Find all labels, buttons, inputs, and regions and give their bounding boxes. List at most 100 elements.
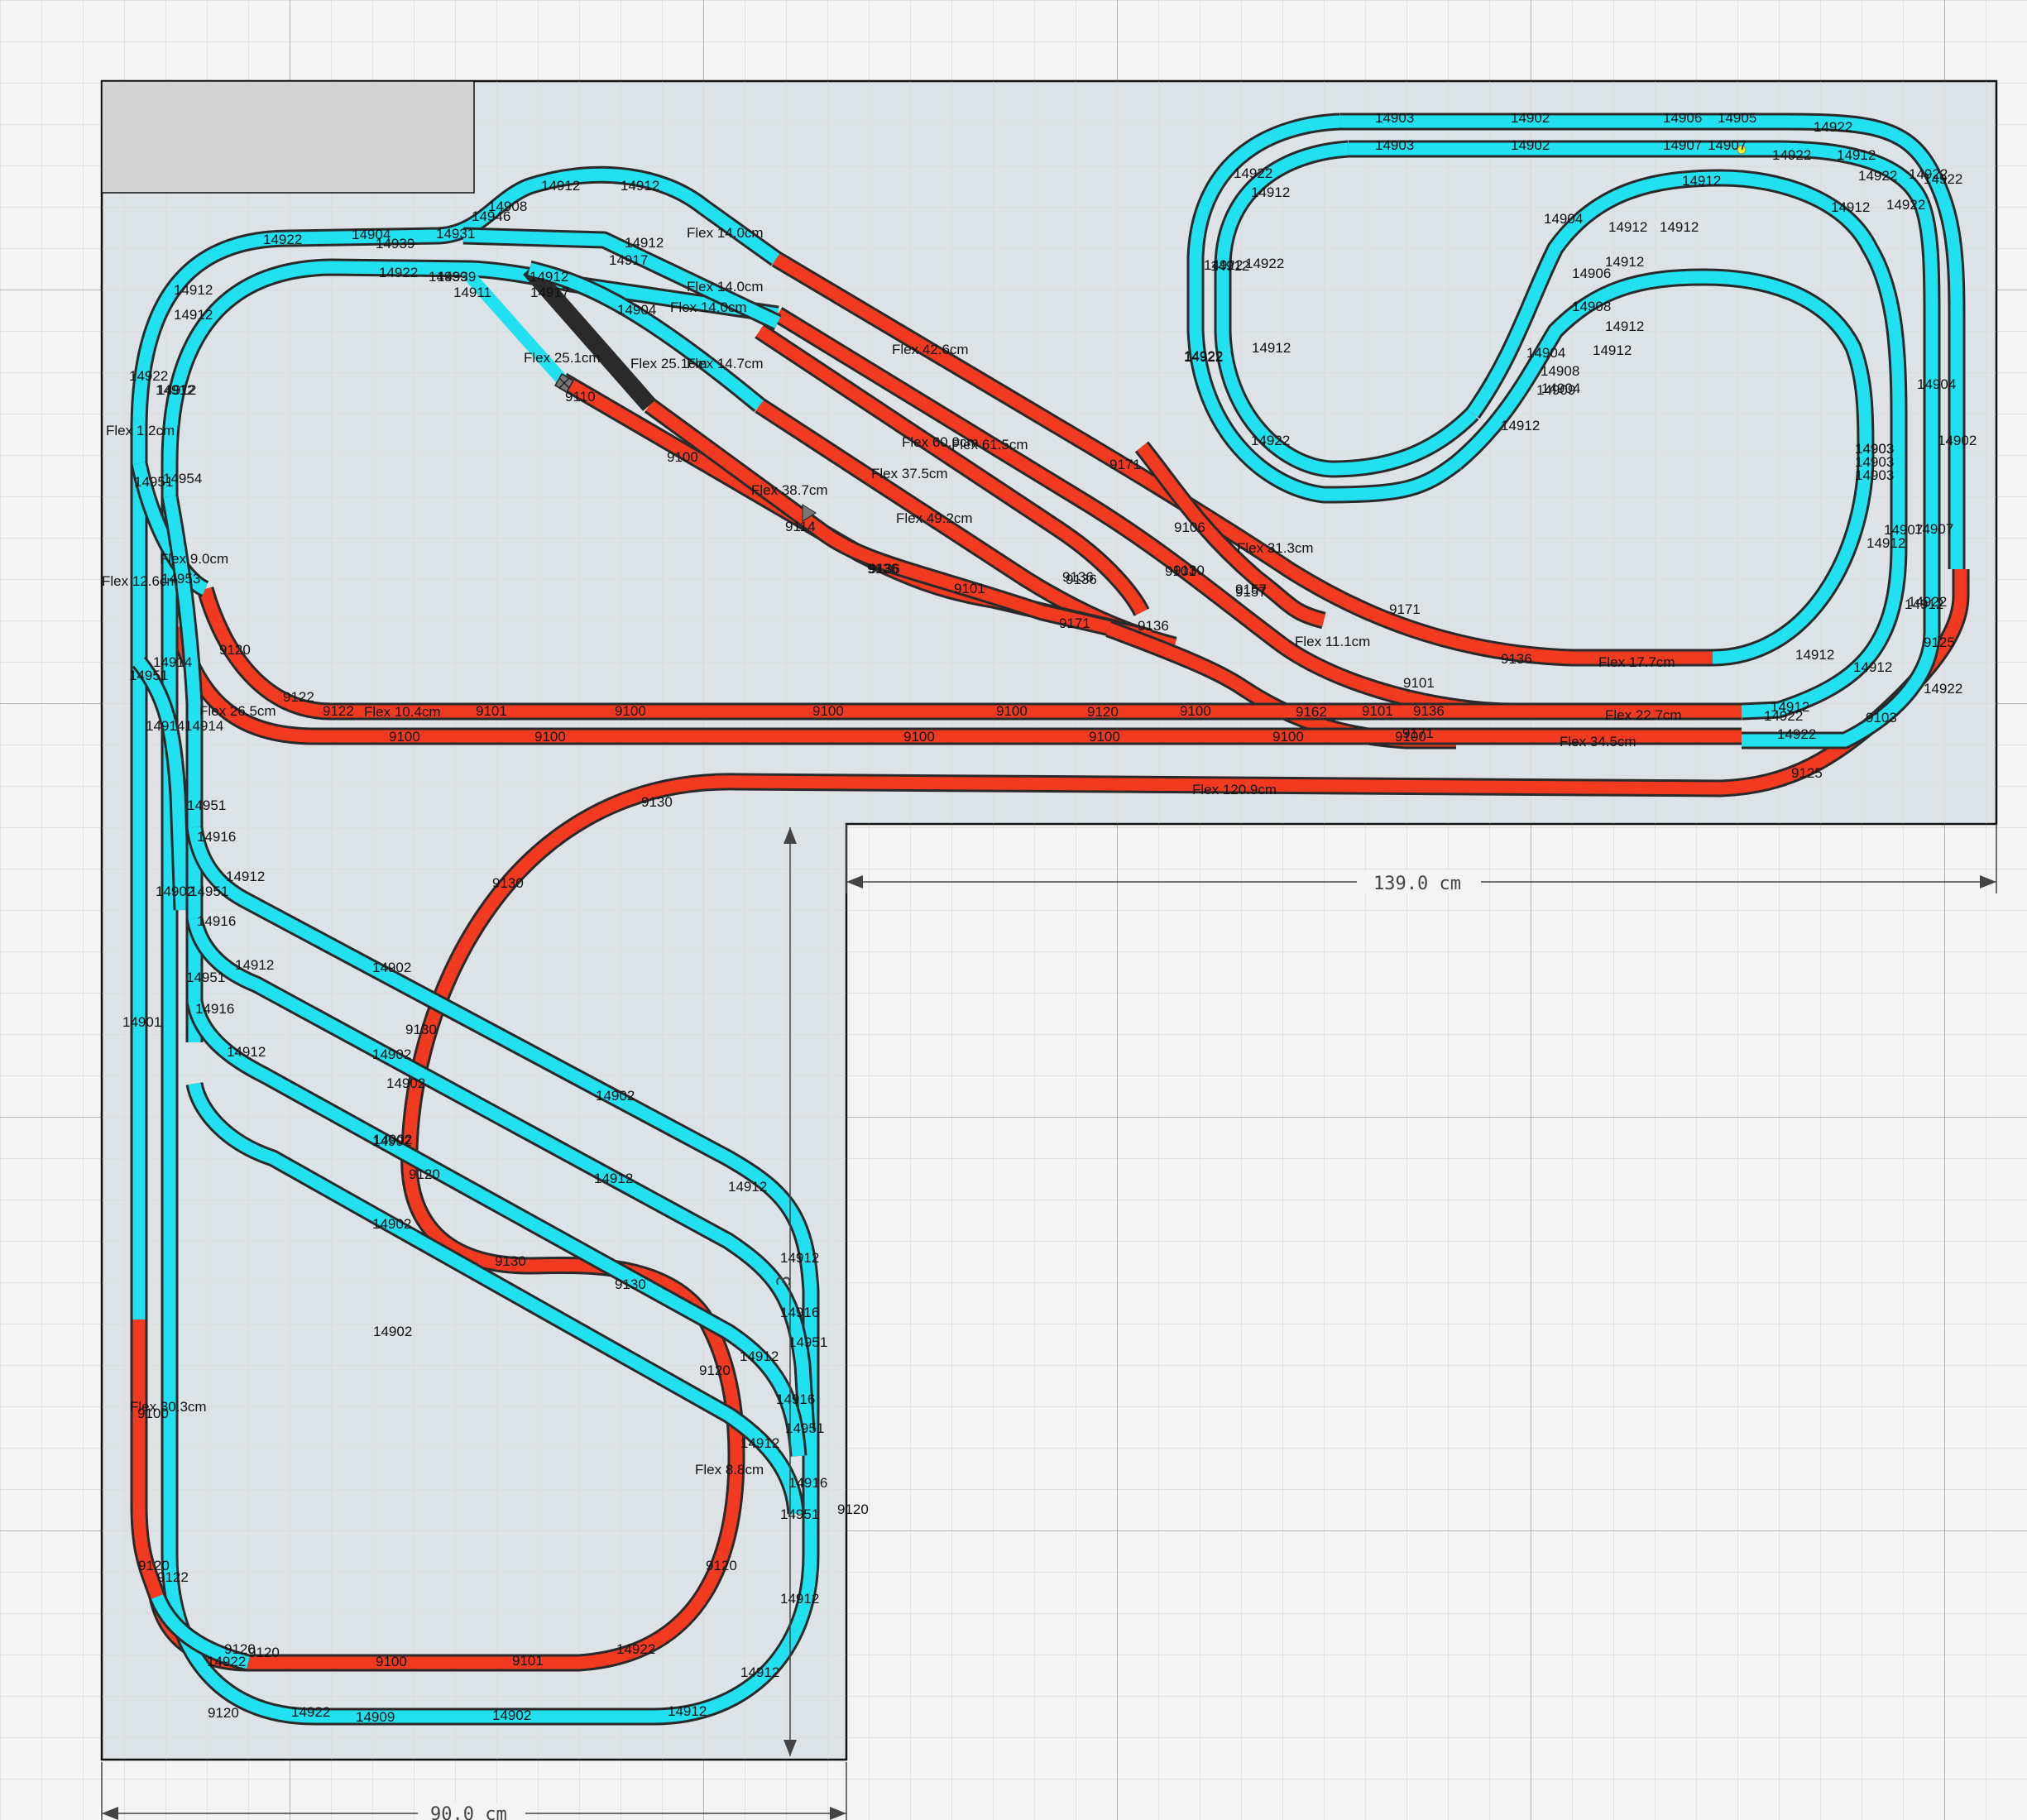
part-number-label: 14922 bbox=[616, 1641, 655, 1657]
part-number-label: 14922 bbox=[379, 265, 418, 280]
part-number-label: 14922 bbox=[1204, 257, 1243, 273]
part-number-label: 14906 bbox=[1663, 110, 1702, 126]
flex-label: Flex 14.7cm bbox=[687, 356, 764, 371]
part-number-label: 14939 bbox=[429, 269, 467, 285]
part-number-label: 14902 bbox=[1511, 110, 1550, 126]
part-number-label: 14903 bbox=[1375, 110, 1414, 126]
flex-label: Flex 1.2cm bbox=[106, 423, 175, 438]
part-number-label: 14912 bbox=[226, 869, 265, 884]
part-number-label: 14911 bbox=[453, 285, 491, 300]
part-number-label: 9125 bbox=[1924, 635, 1955, 650]
part-number-label: 14951 bbox=[785, 1420, 824, 1436]
part-number-label: 9171 bbox=[1059, 615, 1090, 631]
part-number-label: 14902 bbox=[1511, 137, 1550, 153]
part-number-label: 14909 bbox=[356, 1709, 395, 1725]
part-number-label: 9130 bbox=[641, 794, 673, 810]
flex-label: Flex 10.4cm bbox=[364, 704, 441, 720]
flex-label: Flex 9.0cm bbox=[160, 551, 228, 567]
part-number-label: 14902 bbox=[372, 960, 411, 975]
flex-label: Flex 61.5cm bbox=[951, 437, 1028, 453]
part-number-label: 14922 bbox=[263, 232, 302, 247]
part-number-label: 9171 bbox=[1402, 726, 1434, 741]
part-number-label: 14914 bbox=[146, 718, 184, 734]
part-number-label: 14902 bbox=[492, 1707, 531, 1723]
part-number-label: 9100 bbox=[1180, 703, 1211, 719]
track-layout-canvas[interactable]: Flex 14.0cm Flex 14.0cm Flex 14.0cm Flex… bbox=[0, 0, 2027, 1820]
flex-label: Flex 31.3cm bbox=[1237, 540, 1314, 556]
part-number-label: 9120 bbox=[1087, 704, 1119, 720]
part-number-label: 14922 bbox=[1909, 166, 1948, 182]
part-number-label: 14907 bbox=[1914, 521, 1953, 537]
part-number-label: 14912 bbox=[530, 269, 568, 285]
flex-label: Flex 34.5cm bbox=[1560, 734, 1636, 750]
flex-label: Flex 120.9cm bbox=[1192, 782, 1277, 797]
part-number-label: 14912 bbox=[174, 282, 213, 298]
part-number-label: 9136 bbox=[1138, 618, 1169, 634]
part-number-label: 9130 bbox=[495, 1253, 526, 1269]
part-number-label: 14953 bbox=[161, 571, 200, 587]
part-number-label: 14914 bbox=[184, 718, 223, 734]
part-number-label: 9136 bbox=[1501, 651, 1532, 667]
part-number-label: 9120 bbox=[699, 1363, 731, 1378]
part-number-label: 14922 bbox=[1858, 168, 1897, 184]
part-number-label: 14922 bbox=[1772, 147, 1811, 163]
part-number-label: 9103 bbox=[1866, 710, 1897, 726]
part-number-label: 9120 bbox=[409, 1166, 440, 1182]
flex-label: Flex 38.7cm bbox=[751, 482, 828, 498]
part-number-label: 14904 bbox=[1917, 376, 1956, 392]
part-number-label: 14922 bbox=[1814, 119, 1852, 135]
part-number-label: 14951 bbox=[186, 970, 225, 985]
part-number-label: 9101 bbox=[512, 1653, 544, 1669]
part-number-label: 14917 bbox=[609, 252, 648, 268]
part-number-label: 9101 bbox=[476, 703, 507, 719]
part-number-label: 14922 bbox=[1234, 165, 1272, 181]
part-number-label: 14902 bbox=[372, 1046, 411, 1062]
part-number-label: 14912 bbox=[1771, 699, 1809, 715]
part-number-label: 14912 bbox=[1682, 173, 1721, 189]
part-number-label: 14922 bbox=[291, 1704, 330, 1720]
part-number-label: 14946 bbox=[472, 208, 510, 224]
part-number-label: 9130 bbox=[1173, 563, 1205, 578]
part-number-label: 9100 bbox=[615, 703, 646, 719]
part-number-label: 14912 bbox=[594, 1171, 633, 1186]
part-number-label: 14912 bbox=[1853, 659, 1892, 675]
part-number-label: 14931 bbox=[436, 226, 475, 242]
part-number-label: 9100 bbox=[996, 703, 1028, 719]
part-number-label: 14922 bbox=[1924, 681, 1962, 697]
part-number-label: 14912 bbox=[174, 307, 213, 323]
flex-label: Flex 26.5cm bbox=[199, 703, 276, 719]
part-number-label: 9171 bbox=[1389, 601, 1421, 617]
part-number-label: 14912 bbox=[1831, 199, 1870, 215]
part-number-label: 9100 bbox=[389, 729, 420, 745]
part-number-label: 14951 bbox=[788, 1334, 827, 1350]
part-number-label: 9120 bbox=[706, 1558, 737, 1573]
part-number-label: 9100 bbox=[534, 729, 566, 745]
part-number-label: 14916 bbox=[197, 829, 236, 845]
flex-label: Flex 49.2cm bbox=[896, 510, 973, 526]
part-number-label: 9130 bbox=[615, 1276, 646, 1292]
part-number-label: 14916 bbox=[197, 913, 236, 929]
part-number-label: 9120 bbox=[219, 642, 251, 658]
part-number-label: 14951 bbox=[129, 668, 168, 683]
part-number-label: 14939 bbox=[376, 236, 415, 251]
part-number-label: 14912 bbox=[1608, 219, 1647, 235]
part-number-label: 14912 bbox=[1605, 254, 1644, 270]
part-number-label: 9136 bbox=[869, 561, 900, 577]
part-number-label: 14922 bbox=[1245, 256, 1284, 271]
part-number-label: 14908 bbox=[1541, 363, 1579, 379]
part-number-label: 9122 bbox=[323, 703, 354, 719]
part-number-label: 9101 bbox=[1403, 675, 1435, 691]
part-number-label: 9157 bbox=[1235, 584, 1267, 600]
part-number-label: 14917 bbox=[530, 285, 569, 300]
part-number-label: 9120 bbox=[208, 1705, 239, 1721]
flex-label: Flex 42.6cm bbox=[892, 342, 969, 357]
part-number-label: 14912 bbox=[780, 1250, 819, 1266]
part-number-label: 9162 bbox=[1296, 704, 1327, 720]
part-number-label: 14951 bbox=[780, 1506, 819, 1522]
part-number-label: 14904 bbox=[1541, 381, 1580, 396]
part-number-label: 14922 bbox=[207, 1654, 246, 1669]
part-number-label: 9100 bbox=[137, 1406, 169, 1421]
part-number-label: 9100 bbox=[812, 703, 844, 719]
corner-block[interactable] bbox=[101, 80, 475, 194]
part-number-label: 14904 bbox=[1544, 211, 1583, 227]
